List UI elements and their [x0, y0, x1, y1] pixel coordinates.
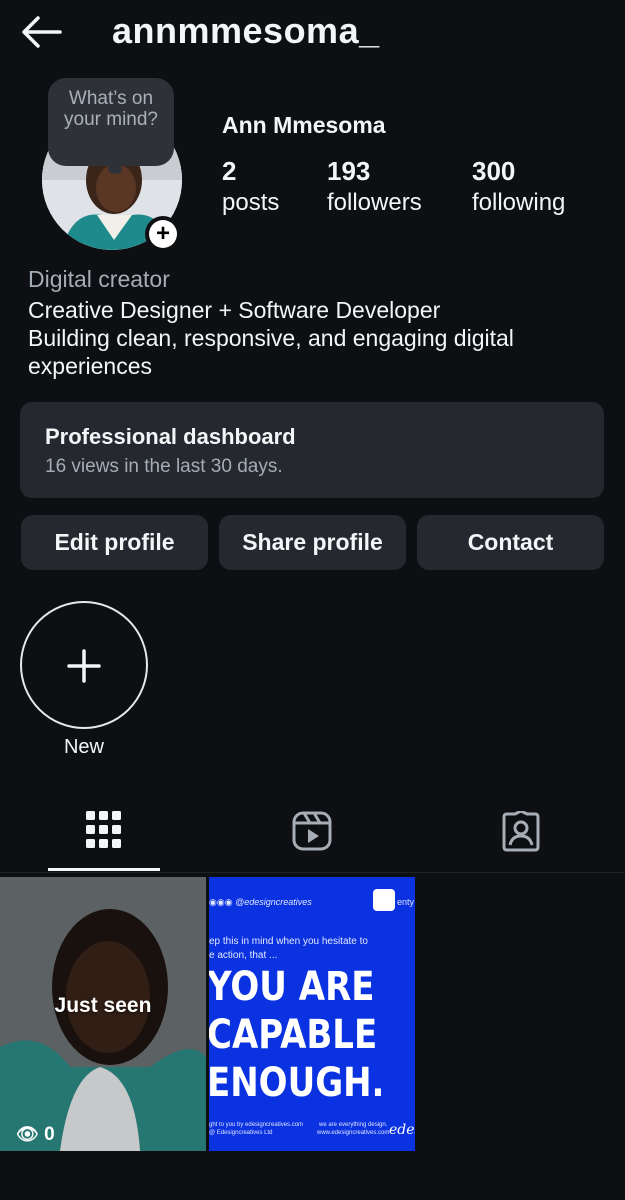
social-icons: ◉◉◉ [209, 897, 236, 907]
post-headline-line: CAPABLE [209, 1012, 378, 1058]
edit-profile-button[interactable]: Edit profile [21, 515, 208, 570]
share-profile-button[interactable]: Share profile [219, 515, 406, 570]
followers-count: 193 [327, 156, 371, 186]
eye-icon: 👁 [16, 1124, 39, 1144]
stat-following[interactable]: 300 following [472, 156, 565, 220]
posts-label: posts [222, 189, 280, 216]
arrow-left-icon [22, 16, 62, 48]
note-bubble[interactable]: What’s on your mind? [48, 78, 174, 166]
profile-category: Digital creator [28, 266, 170, 292]
post-intro: ep this in mind when you hesitate to e a… [209, 935, 368, 963]
contact-button[interactable]: Contact [417, 515, 604, 570]
active-tab-indicator [48, 868, 160, 871]
post-intro-line: ep this in mind when you hesitate to [209, 936, 368, 947]
grid-icon [86, 811, 121, 848]
back-button[interactable] [18, 14, 64, 50]
stat-posts[interactable]: 2 posts [222, 156, 279, 220]
add-story-button[interactable]: + [149, 220, 177, 248]
profile-username: annmmesoma_ [112, 10, 380, 51]
post-thumbnail[interactable]: ◉◉◉ @edesigncreatives enty ep this in mi… [209, 877, 415, 1151]
tagged-icon [502, 809, 540, 852]
post-footer-left: ght to you by edesigncreatives.com @ Ede… [209, 1121, 303, 1137]
post-footer-line: ght to you by edesigncreatives.com [209, 1122, 304, 1128]
following-count: 300 [472, 156, 516, 186]
display-name: Ann Mmesoma [222, 112, 386, 138]
new-highlight-button[interactable] [20, 601, 148, 729]
new-highlight-label: New [63, 736, 104, 758]
post-corner-text: enty [397, 897, 415, 907]
tab-reels[interactable] [292, 811, 332, 856]
post-handle: ◉◉◉ @edesigncreatives [209, 897, 312, 908]
post-footer-line: www.edesigncreatives.com [317, 1130, 390, 1136]
tab-tagged[interactable] [500, 809, 542, 858]
dashboard-title: Professional dashboard [45, 424, 296, 449]
tab-grid[interactable] [86, 811, 122, 854]
followers-label: followers [327, 189, 422, 216]
view-count: 👁 0 [16, 1124, 55, 1146]
post-footer-right: we are everything design. www.edesigncre… [317, 1121, 389, 1137]
post-footer-line: @ Edesigncreatives Ltd [209, 1130, 273, 1136]
dashboard-subtitle: 16 views in the last 30 days. [45, 456, 283, 477]
professional-dashboard-card[interactable] [20, 402, 604, 498]
just-seen-label: Just seen [54, 994, 152, 1017]
view-count-value: 0 [44, 1124, 55, 1145]
post-brand: edesi [389, 1122, 415, 1138]
post-headline-line: ENOUGH. [209, 1060, 385, 1106]
post-handle-text: @edesigncreatives [235, 897, 312, 907]
plus-icon: + [155, 220, 170, 247]
plus-icon [67, 649, 101, 683]
posts-count: 2 [222, 156, 237, 186]
tab-divider [0, 872, 625, 873]
note-bubble-tail [108, 164, 122, 174]
post-intro-line: e action, that ... [209, 950, 278, 961]
bio-line: Building clean, responsive, and engaging… [28, 325, 514, 379]
post-footer-line: we are everything design. [319, 1122, 388, 1128]
bio: Creative Designer + Software Developer B… [28, 296, 608, 380]
reels-icon [292, 811, 332, 851]
stat-followers[interactable]: 193 followers [327, 156, 422, 220]
post-headline-line: YOU ARE [209, 964, 375, 1010]
carousel-icon [373, 889, 395, 911]
bio-line: Creative Designer + Software Developer [28, 297, 441, 323]
following-label: following [472, 189, 566, 216]
post-headline: YOU ARE CAPABLE ENOUGH. [209, 963, 384, 1107]
